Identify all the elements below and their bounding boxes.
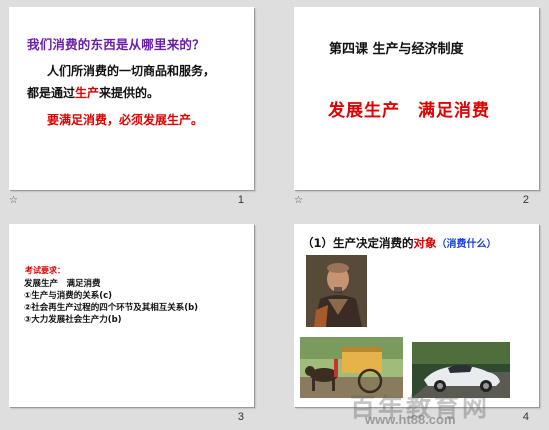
portrait-photo bbox=[306, 255, 367, 327]
star-icon: ☆ bbox=[9, 195, 18, 206]
watermark-url: www.ht88.com bbox=[365, 412, 456, 427]
slide-thumbnail-1[interactable]: 我们消费的东西是从哪里来的？ 人们所消费的一切商品和服务， 都是通过生产来提供的… bbox=[9, 7, 254, 190]
slide2-title: 第四课 生产与经济制度 bbox=[329, 42, 464, 57]
star-icon: ☆ bbox=[294, 195, 303, 206]
slide3-requirement-label: 考试要求： bbox=[25, 266, 65, 275]
slide-thumbnail-3[interactable]: 考试要求： 发展生产 满足消费 ①生产与消费的关系(c) ②社会再生产过程的四个… bbox=[9, 224, 254, 407]
slide1-paragraph-1: 人们所消费的一切商品和服务， bbox=[47, 64, 216, 78]
slide3-line: ②社会再生产过程的四个环节及其相互关系(b) bbox=[24, 303, 199, 313]
slide2-headline: 发展生产 满足消费 bbox=[328, 101, 490, 121]
slide1-question: 我们消费的东西是从哪里来的？ bbox=[27, 37, 205, 52]
slide4-heading: （1）生产决定消费的对象（消费什么） bbox=[302, 236, 497, 250]
slide-thumbnail-4[interactable]: （1）生产决定消费的对象（消费什么） bbox=[294, 224, 539, 407]
slide-number-3: 3 bbox=[237, 411, 244, 423]
slide-number-1: 1 bbox=[237, 194, 244, 206]
slide1-paragraph-3: 要满足消费，必须发展生产。 bbox=[47, 113, 204, 127]
slide3-line: ③大力发展社会生产力(b) bbox=[24, 315, 122, 325]
slide3-line: 发展生产 满足消费 bbox=[24, 279, 101, 289]
slide-number-2: 2 bbox=[522, 194, 529, 206]
slide-number-4: 4 bbox=[522, 411, 529, 423]
slide-thumbnail-2[interactable]: 第四课 生产与经济制度 发展生产 满足消费 bbox=[294, 7, 539, 190]
slide3-line: ①生产与消费的关系(c) bbox=[24, 291, 113, 301]
slide1-paragraph-2: 都是通过生产来提供的。 bbox=[27, 86, 160, 100]
